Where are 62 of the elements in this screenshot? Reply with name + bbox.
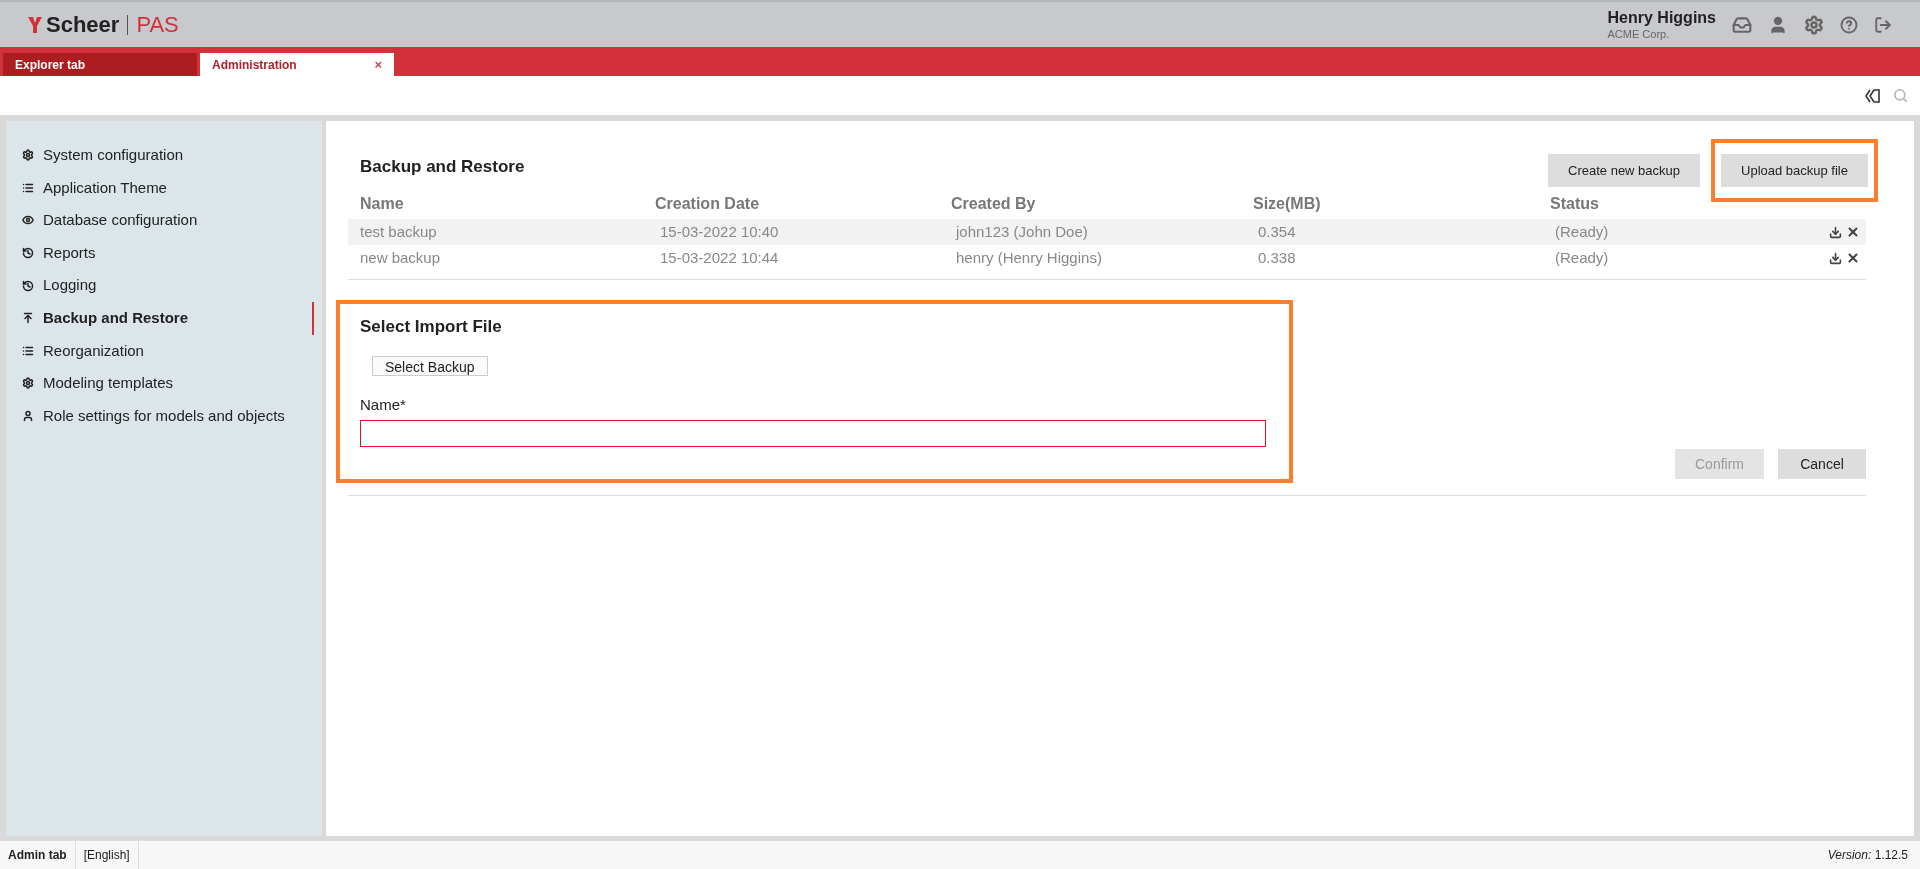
download-icon[interactable] bbox=[1829, 251, 1842, 265]
company-name: ACME Corp. bbox=[1607, 27, 1671, 42]
backup-button[interactable]: Upload backup file bbox=[1721, 154, 1868, 187]
sidebar-item[interactable]: Reports bbox=[22, 236, 314, 270]
gear-icon bbox=[22, 149, 34, 162]
close-tab-button[interactable]: × bbox=[374, 54, 382, 75]
backup-button[interactable]: Create new backup bbox=[1548, 154, 1701, 187]
help-icon[interactable] bbox=[1840, 15, 1858, 34]
form-button[interactable]: Cancel bbox=[1778, 449, 1866, 479]
field-label: Name* bbox=[360, 394, 407, 415]
table-cell-text: new backup bbox=[360, 247, 442, 268]
version-text: Version: 1.12.5 bbox=[1827, 847, 1909, 864]
sidebar-item[interactable]: Database configuration bbox=[22, 204, 314, 237]
gear-icon bbox=[22, 377, 34, 390]
logo-text: Scheer bbox=[46, 13, 120, 36]
delete-icon[interactable] bbox=[1846, 251, 1860, 265]
column-header: Status bbox=[1550, 194, 1600, 214]
status-tab[interactable]: Admin tab bbox=[0, 841, 76, 869]
column-header: Name bbox=[360, 194, 405, 214]
select-backup-button[interactable]: Select Backup bbox=[372, 355, 488, 376]
sidebar-item[interactable]: Logging bbox=[22, 269, 314, 302]
list-icon bbox=[22, 344, 34, 357]
download-icon[interactable] bbox=[1829, 225, 1842, 239]
column-header: Size(MB) bbox=[1253, 194, 1322, 214]
sidebar-item[interactable]: Reorganization bbox=[22, 334, 314, 368]
upload-icon bbox=[22, 312, 34, 325]
table-cell-text: (Ready) bbox=[1554, 247, 1610, 268]
logo-product: PAS bbox=[136, 13, 179, 36]
logo-mark-icon bbox=[28, 16, 42, 33]
inbox-icon[interactable] bbox=[1732, 14, 1752, 35]
logout-icon[interactable] bbox=[1874, 15, 1892, 34]
history-icon bbox=[22, 279, 34, 292]
table-cell-text: 0.338 bbox=[1257, 247, 1297, 268]
table-cell-text: henry (Henry Higgins) bbox=[955, 247, 1103, 268]
sidebar-item[interactable]: Application Theme bbox=[22, 171, 314, 205]
column-header: Creation Date bbox=[655, 194, 761, 214]
section-title: Backup and Restore bbox=[360, 155, 525, 178]
list-icon bbox=[22, 181, 34, 194]
collapse-panel-icon[interactable] bbox=[1865, 88, 1881, 103]
sidebar-item[interactable]: Modeling templates bbox=[22, 367, 314, 400]
history-icon bbox=[22, 247, 34, 260]
user-icon[interactable] bbox=[1768, 14, 1788, 35]
column-header: Created By bbox=[951, 194, 1037, 214]
sidebar-item[interactable]: Backup and Restore bbox=[22, 301, 314, 335]
table-cell-text: 15-03-2022 10:40 bbox=[659, 221, 780, 242]
table-cell-text: john123 (John Doe) bbox=[954, 221, 1089, 242]
user-icon bbox=[22, 410, 34, 423]
name-input[interactable] bbox=[360, 420, 1266, 447]
eye-icon bbox=[22, 214, 34, 227]
user-name[interactable]: Henry Higgins bbox=[1607, 7, 1716, 28]
tab[interactable]: Explorer tab bbox=[3, 53, 197, 76]
table-cell-text: 15-03-2022 10:44 bbox=[659, 247, 780, 268]
language-indicator[interactable]: [English] bbox=[75, 841, 139, 869]
sidebar-item[interactable]: System configuration bbox=[22, 139, 314, 172]
settings-icon[interactable] bbox=[1804, 14, 1824, 35]
import-title: Select Import File bbox=[360, 316, 503, 338]
table-cell-text: test backup bbox=[360, 221, 438, 242]
tab[interactable]: Administration × bbox=[200, 53, 394, 76]
sidebar-item[interactable]: Role settings for models and objects bbox=[22, 399, 314, 433]
delete-icon[interactable] bbox=[1846, 225, 1860, 239]
table-cell-text: 0.354 bbox=[1257, 221, 1297, 242]
table-cell-text: (Ready) bbox=[1554, 221, 1610, 242]
